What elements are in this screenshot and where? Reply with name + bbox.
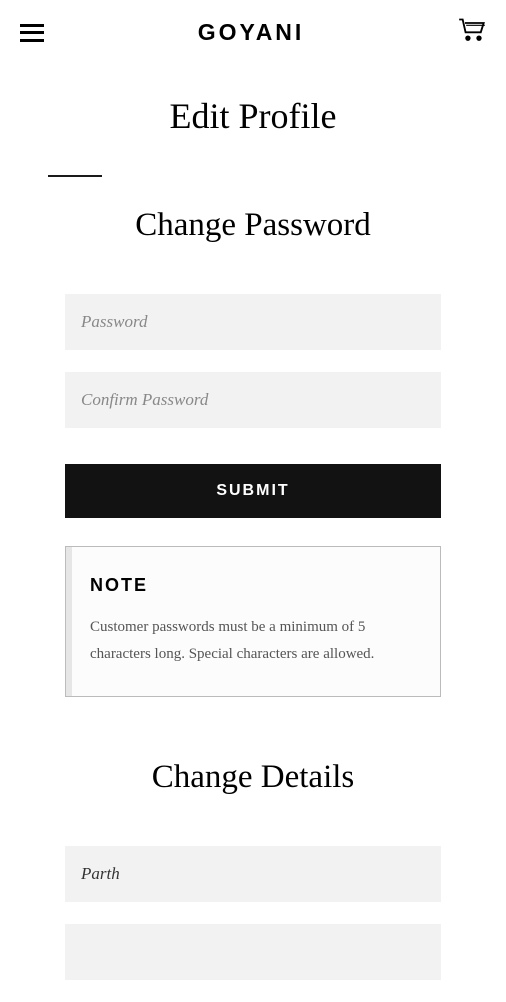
note-title: NOTE bbox=[90, 575, 416, 596]
change-password-form: SUBMIT NOTE Customer passwords must be a… bbox=[0, 294, 506, 697]
divider bbox=[48, 175, 102, 177]
change-details-form bbox=[0, 846, 506, 1002]
change-details-title: Change Details bbox=[0, 759, 506, 796]
page-title: Edit Profile bbox=[0, 95, 506, 137]
note-box: NOTE Customer passwords must be a minimu… bbox=[65, 546, 441, 697]
details-input-2[interactable] bbox=[65, 924, 441, 980]
submit-button[interactable]: SUBMIT bbox=[65, 464, 441, 518]
logo[interactable]: GOYANI bbox=[198, 19, 305, 46]
note-text: Customer passwords must be a minimum of … bbox=[90, 614, 416, 668]
cart-icon[interactable] bbox=[458, 18, 486, 47]
change-password-title: Change Password bbox=[0, 207, 506, 244]
header: GOYANI bbox=[0, 0, 506, 65]
hamburger-menu-icon[interactable] bbox=[20, 24, 44, 42]
password-input[interactable] bbox=[65, 294, 441, 350]
name-input[interactable] bbox=[65, 846, 441, 902]
confirm-password-input[interactable] bbox=[65, 372, 441, 428]
